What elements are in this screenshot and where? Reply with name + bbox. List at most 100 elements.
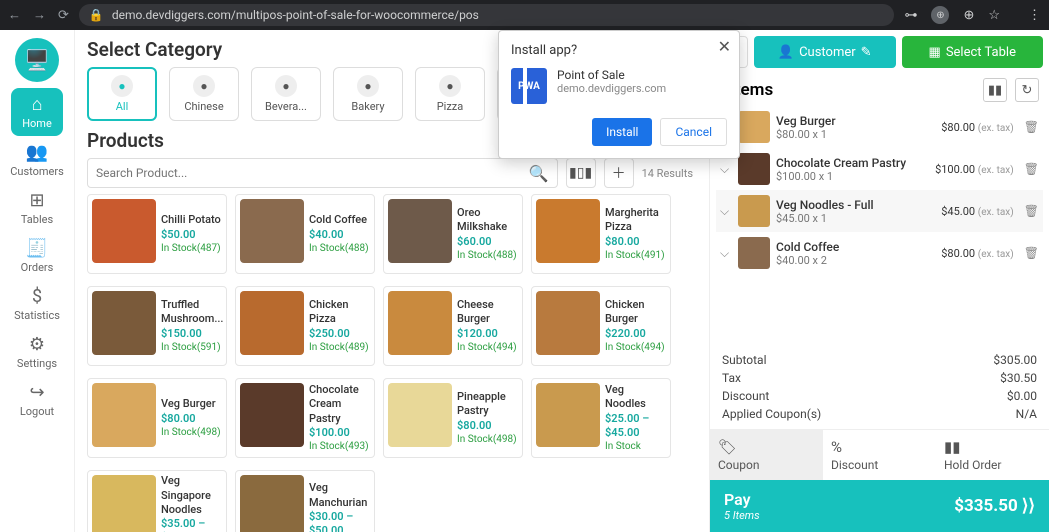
product-price: $80.00 bbox=[457, 419, 518, 433]
reload-icon[interactable]: ⟳ bbox=[58, 8, 69, 23]
category-icon: ● bbox=[357, 75, 379, 97]
hold-button[interactable]: ▮▮Hold Order bbox=[936, 430, 1049, 480]
key-icon[interactable]: ⊶ bbox=[904, 8, 917, 23]
product-price: $80.00 bbox=[161, 412, 221, 426]
chevron-down-icon[interactable]: ⌵ bbox=[720, 246, 732, 261]
pause-button[interactable]: ▮▮ bbox=[983, 78, 1007, 102]
install-button[interactable]: Install bbox=[592, 118, 652, 146]
trash-icon[interactable]: 🗑 bbox=[1024, 246, 1039, 260]
category-bakery[interactable]: ●Bakery bbox=[333, 67, 403, 121]
product-image bbox=[92, 475, 156, 532]
chevron-down-icon[interactable]: ⌵ bbox=[720, 204, 732, 219]
cart-item-image bbox=[738, 153, 770, 185]
category-pizza[interactable]: ●Pizza bbox=[415, 67, 485, 121]
cart-item-name: Veg Burger bbox=[776, 114, 935, 128]
product-image bbox=[92, 199, 156, 263]
discount-button[interactable]: %Discount bbox=[823, 430, 936, 480]
sidebar-item-settings[interactable]: ⚙Settings bbox=[11, 328, 63, 376]
table-icon: ▦ bbox=[929, 45, 941, 60]
reset-cart-button[interactable]: ↻ bbox=[1015, 78, 1039, 102]
trash-icon[interactable]: 🗑 bbox=[1024, 120, 1039, 134]
search-icon[interactable]: 🔍 bbox=[529, 164, 549, 183]
category-icon: ● bbox=[193, 75, 215, 97]
coupon-button[interactable]: 🏷Coupon bbox=[710, 430, 823, 480]
trash-icon[interactable]: 🗑 bbox=[1024, 204, 1039, 218]
product-name: Chocolate Cream Pastry bbox=[309, 383, 370, 426]
product-card[interactable]: Veg Manchurian$30.00 – $50.00 bbox=[235, 470, 375, 532]
menu-icon[interactable]: ⋮ bbox=[1028, 8, 1041, 23]
chevron-right-icon: ⟩⟩ bbox=[1022, 496, 1035, 516]
category-icon: ● bbox=[275, 75, 297, 97]
pay-button[interactable]: Pay 5 Items $335.50⟩⟩ bbox=[710, 480, 1049, 532]
result-count: 14 Results bbox=[642, 167, 697, 180]
product-price: $60.00 bbox=[457, 235, 518, 249]
user-icon: 👤 bbox=[778, 45, 794, 60]
product-price: $120.00 bbox=[457, 327, 518, 341]
select-table-button[interactable]: ▦ Select Table bbox=[902, 36, 1044, 68]
cart-item-price: $80.00 (ex. tax) bbox=[941, 247, 1014, 260]
product-name: Chicken Burger bbox=[605, 298, 666, 327]
cart-item: ⌵Veg Burger$80.00 x 1$80.00 (ex. tax)🗑 bbox=[716, 106, 1043, 148]
sidebar-item-orders[interactable]: 🧾Orders bbox=[11, 232, 63, 280]
product-card[interactable]: Chocolate Cream Pastry$100.00In Stock(49… bbox=[235, 378, 375, 458]
cart-item-image bbox=[738, 195, 770, 227]
trash-icon[interactable]: 🗑 bbox=[1024, 162, 1039, 176]
edit-icon: ✎ bbox=[861, 45, 872, 60]
product-image bbox=[388, 199, 452, 263]
cancel-button[interactable]: Cancel bbox=[660, 118, 727, 146]
star-icon[interactable]: ☆ bbox=[988, 8, 1000, 23]
search-input[interactable] bbox=[96, 166, 529, 180]
category-bevera[interactable]: ●Bevera... bbox=[251, 67, 321, 121]
product-card[interactable]: Veg Burger$80.00In Stock(498) bbox=[87, 378, 227, 458]
cart-item-name: Chocolate Cream Pastry bbox=[776, 156, 929, 170]
zoom-icon[interactable]: ⊕ bbox=[963, 8, 974, 23]
product-card[interactable]: Cheese Burger$120.00In Stock(494) bbox=[383, 286, 523, 366]
back-icon[interactable]: ← bbox=[8, 7, 21, 23]
forward-icon[interactable]: → bbox=[33, 7, 46, 23]
category-all[interactable]: ●All bbox=[87, 67, 157, 121]
product-image bbox=[240, 383, 304, 447]
product-price: $250.00 bbox=[309, 327, 370, 341]
sidebar-item-logout[interactable]: ↪Logout bbox=[11, 376, 63, 424]
cart-item-sub: $80.00 x 1 bbox=[776, 128, 935, 141]
product-image bbox=[536, 199, 600, 263]
close-icon[interactable]: ✕ bbox=[718, 37, 731, 56]
product-card[interactable]: Chilli Potato$50.00In Stock(487) bbox=[87, 194, 227, 274]
chevron-down-icon[interactable]: ⌵ bbox=[720, 162, 732, 177]
total-row: Applied Coupon(s)N/A bbox=[722, 405, 1037, 423]
add-product-button[interactable]: ＋ bbox=[604, 158, 634, 188]
cart-item-price: $80.00 (ex. tax) bbox=[941, 121, 1014, 134]
product-price: $40.00 bbox=[309, 228, 369, 242]
customers-icon: 👥 bbox=[26, 142, 48, 163]
cart-item: ⌵Veg Noodles - Full$45.00 x 1$45.00 (ex.… bbox=[716, 190, 1043, 232]
product-card[interactable]: Oreo Milkshake$60.00In Stock(488) bbox=[383, 194, 523, 274]
product-card[interactable]: Truffled Mushroom...$150.00In Stock(591) bbox=[87, 286, 227, 366]
sidebar-item-home[interactable]: ⌂Home bbox=[11, 88, 63, 136]
product-stock: In Stock(488) bbox=[457, 249, 518, 262]
product-card[interactable]: Chicken Pizza$250.00In Stock(489) bbox=[235, 286, 375, 366]
product-card[interactable]: Chicken Burger$220.00In Stock(494) bbox=[531, 286, 671, 366]
product-card[interactable]: Veg Noodles$25.00 – $45.00In Stock bbox=[531, 378, 671, 458]
sidebar-item-tables[interactable]: ⊞Tables bbox=[11, 184, 63, 232]
product-card[interactable]: Pineapple Pastry$80.00In Stock(498) bbox=[383, 378, 523, 458]
category-icon: ● bbox=[111, 75, 133, 97]
cart-item-price: $45.00 (ex. tax) bbox=[941, 205, 1014, 218]
category-chinese[interactable]: ●Chinese bbox=[169, 67, 239, 121]
install-app-name: Point of Sale bbox=[557, 68, 666, 82]
product-card[interactable]: Veg Singapore Noodles$35.00 – $65.00 bbox=[87, 470, 227, 532]
search-box[interactable]: 🔍 bbox=[87, 158, 558, 188]
sidebar-item-customers[interactable]: 👥Customers bbox=[11, 136, 63, 184]
customer-button[interactable]: 👤 Customer ✎ bbox=[754, 36, 896, 68]
browser-chrome: ← → ⟳ 🔒 demo.devdiggers.com/multipos-poi… bbox=[0, 0, 1049, 30]
barcode-button[interactable]: ▮▯▮ bbox=[566, 158, 596, 188]
sidebar-item-statistics[interactable]: $Statistics bbox=[11, 280, 63, 328]
product-card[interactable]: Cold Coffee$40.00In Stock(488) bbox=[235, 194, 375, 274]
product-price: $220.00 bbox=[605, 327, 666, 341]
product-card[interactable]: Margherita Pizza$80.00In Stock(491) bbox=[531, 194, 671, 274]
cart-item-sub: $100.00 x 1 bbox=[776, 170, 929, 183]
address-bar[interactable]: 🔒 demo.devdiggers.com/multipos-point-of-… bbox=[79, 4, 895, 26]
product-image bbox=[240, 475, 304, 532]
install-icon[interactable]: ⊕ bbox=[931, 6, 949, 24]
cart-item-sub: $40.00 x 2 bbox=[776, 254, 935, 267]
product-name: Veg Noodles bbox=[605, 383, 666, 412]
